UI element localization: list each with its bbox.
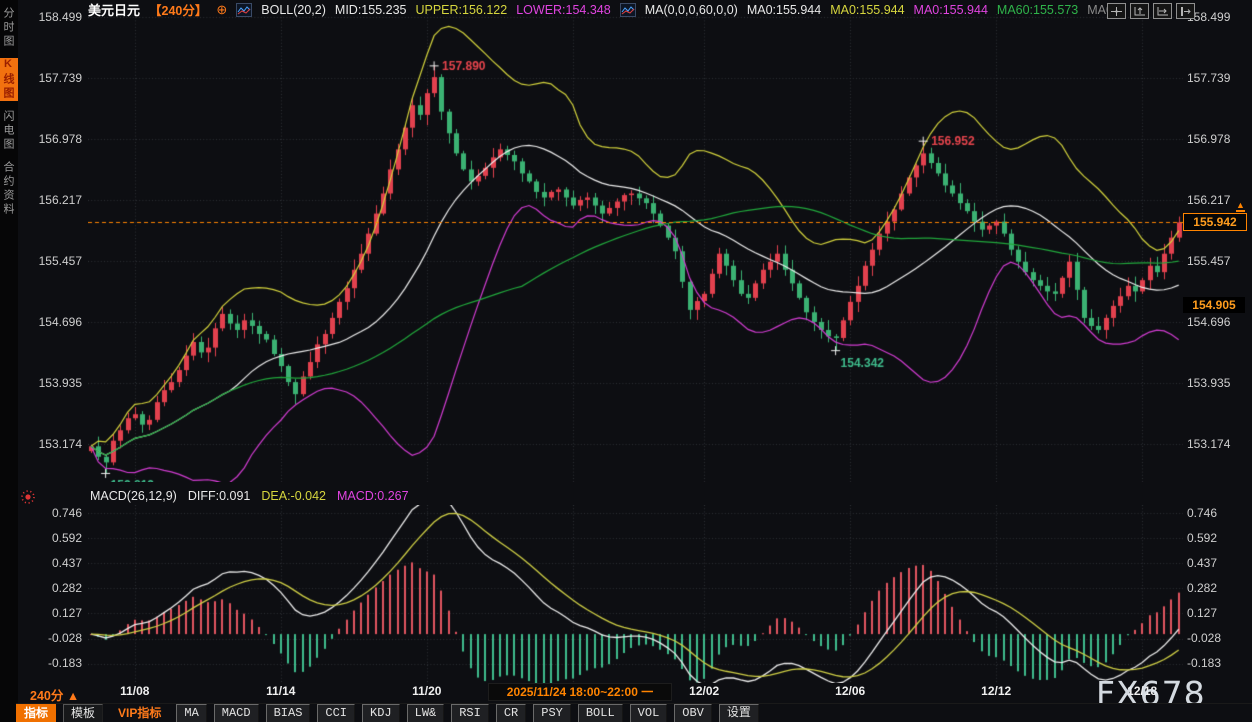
price-axis-label: 158.499 [20,9,82,25]
price-axis-label: 156.217 [20,192,82,208]
period-selector[interactable]: 240分 ▲ [30,685,79,704]
macd-axis-label: -0.183 [20,655,82,671]
toolbar-button[interactable]: 模板 [63,704,103,722]
price-chart-canvas[interactable] [88,14,1183,482]
price-axis-label: 156.978 [1187,131,1251,147]
boll-mid-value: MID:155.235 [335,3,407,17]
toolbar-button[interactable]: MA [176,704,206,722]
axis-zoom-x-icon[interactable] [1153,3,1172,19]
price-axis-label: 153.174 [20,436,82,452]
date-label: 11/08 [120,684,149,698]
ma60-value: MA60:155.573 [997,3,1078,17]
price-axis-label: 157.739 [1187,70,1251,86]
macd-axis-label: 0.746 [1187,505,1251,521]
ma0-value-magenta: MA0:155.944 [914,3,988,17]
sidebar-item[interactable]: 分时图 [0,7,18,49]
sidebar-item[interactable]: K线图 [0,58,18,101]
date-label: 12/06 [835,684,865,698]
macd-axis-label: 0.437 [1187,555,1251,571]
macd-dea-value: DEA:-0.042 [261,489,326,503]
price-axis-label: 155.457 [20,253,82,269]
macd-axis-label: 0.282 [1187,580,1251,596]
last-price-value: 154.905 [1192,298,1235,312]
toolbar-button[interactable]: LW& [407,704,445,722]
trading-app-window: 分时图 K线图闪电图合约资料 美元日元 【240分】 ⊕ BOLL(20,2) M… [0,0,1252,722]
ma-params-label: MA(0,0,0,60,0,0) [645,3,738,17]
toolbar-button[interactable]: OBV [674,704,712,722]
toolbar-button[interactable]: MACD [214,704,259,722]
scroll-to-latest-icon[interactable]: ▲ [1236,201,1245,212]
date-label: 11/20 [412,684,441,698]
macd-axis-label: -0.028 [20,630,82,646]
current-price-box: 155.942 [1183,213,1247,231]
price-axis-label: 153.174 [1187,436,1251,452]
price-axis-label: 154.696 [1187,314,1251,330]
record-dot-icon [20,489,36,510]
current-price-value: 155.942 [1193,215,1236,229]
axis-zoom-y-icon[interactable] [1130,3,1149,19]
bottom-toolbar: 指标模板 VIP指标 MA MACD BIAS CCI KDJ LW&RSI CR PSY BOLL… [16,703,1252,722]
macd-axis-label: 0.592 [20,530,82,546]
toolbar-button[interactable]: CR [496,704,526,722]
macd-header: MACD(26,12,9) DIFF:0.091 DEA:-0.042 MACD… [90,489,409,503]
add-indicator-icon[interactable]: ⊕ [216,3,227,16]
date-label: 11/14 [266,684,295,698]
macd-axis-label: -0.183 [1187,655,1251,671]
boll-lower-value: LOWER:154.348 [516,3,611,17]
macd-axis-label: -0.028 [1187,630,1251,646]
chart-header: 美元日元 【240分】 ⊕ BOLL(20,2) MID:155.235 UPP… [88,2,1116,17]
price-axis-label: 153.935 [20,375,82,391]
symbol-title: 美元日元 [88,0,140,19]
selected-candle-info: 2025/11/24 18:00~22:00 一 [489,684,671,700]
macd-label: MACD(26,12,9) [90,489,177,503]
price-axis-label: 153.935 [1187,375,1251,391]
shift-right-icon[interactable] [1176,3,1195,19]
price-axis-label: 157.739 [20,70,82,86]
crosshair-icon[interactable] [1107,3,1126,19]
toolbar-button[interactable]: BIAS [266,704,311,722]
toolbar-button[interactable]: CCI [317,704,355,722]
price-axis-label: 154.696 [20,314,82,330]
boll-mini-chart-icon [236,3,252,17]
toolbar-button[interactable]: VOL [630,704,668,722]
date-label: 12/12 [981,684,1011,698]
ma0-value-white: MA0:155.944 [747,3,821,17]
last-price-box: 154.905 [1183,297,1245,313]
ma0-value-yellow: MA0:155.944 [830,3,904,17]
toolbar-button[interactable]: KDJ [362,704,400,722]
price-axis-label: 158.499 [1187,9,1251,25]
toolbar-button[interactable]: BOLL [578,704,623,722]
macd-diff-value: DIFF:0.091 [188,489,251,503]
toolbar-button[interactable]: VIP指标 [110,704,169,722]
macd-chart-canvas[interactable] [88,505,1183,683]
macd-axis-label: 0.592 [1187,530,1251,546]
sidebar-item[interactable]: 合约资料 [0,161,18,217]
boll-upper-value: UPPER:156.122 [415,3,507,17]
toolbar-button[interactable]: RSI [451,704,489,722]
macd-axis-label: 0.437 [20,555,82,571]
ma-mini-chart-icon [620,3,636,17]
macd-axis-label: 0.127 [1187,605,1251,621]
macd-macd-value: MACD:0.267 [337,489,409,503]
macd-axis-label: 0.282 [20,580,82,596]
toolbar-button[interactable]: PSY [533,704,571,722]
toolbar-button[interactable]: 设置 [719,704,759,722]
boll-label: BOLL(20,2) [261,3,326,17]
price-axis-label: 155.457 [1187,253,1251,269]
chart-tool-buttons [1107,3,1195,19]
macd-axis-label: 0.127 [20,605,82,621]
price-axis-label: 156.978 [20,131,82,147]
toolbar-button[interactable]: 指标 [16,704,56,722]
sidebar-item[interactable]: 闪电图 [0,110,18,152]
date-label: 12/02 [689,684,719,698]
period-label: 【240分】 [149,0,207,19]
left-sidebar: 分时图 K线图闪电图合约资料 [0,0,18,722]
